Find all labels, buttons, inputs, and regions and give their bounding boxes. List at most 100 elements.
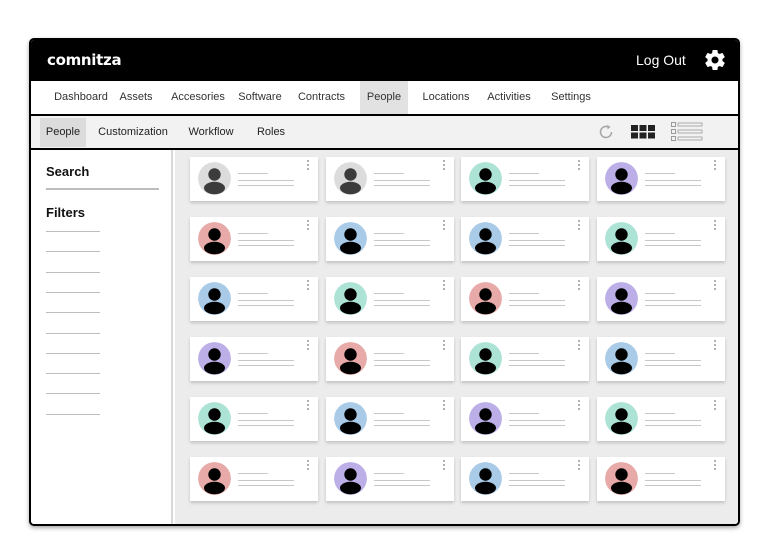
person-card[interactable]	[597, 397, 725, 441]
more-options-icon[interactable]	[578, 400, 581, 411]
filter-item[interactable]	[46, 231, 100, 232]
person-card[interactable]	[326, 157, 454, 201]
nav-assets[interactable]: Assets	[115, 81, 157, 114]
name-placeholder	[645, 473, 675, 474]
avatar	[334, 342, 367, 375]
person-card[interactable]	[597, 277, 725, 321]
person-card[interactable]	[461, 277, 589, 321]
sub-nav: People Customization Workflow Roles	[31, 116, 738, 150]
name-placeholder	[509, 353, 539, 354]
nav-dashboard[interactable]: Dashboard	[41, 81, 121, 114]
avatar	[198, 282, 231, 315]
person-card[interactable]	[597, 337, 725, 381]
more-options-icon[interactable]	[443, 400, 446, 411]
more-options-icon[interactable]	[578, 220, 581, 231]
detail-placeholder	[374, 485, 430, 486]
more-options-icon[interactable]	[578, 280, 581, 291]
person-card[interactable]	[190, 157, 318, 201]
person-icon	[334, 222, 367, 255]
person-card[interactable]	[326, 217, 454, 261]
name-placeholder	[238, 233, 268, 234]
more-options-icon[interactable]	[307, 340, 310, 351]
person-card[interactable]	[190, 457, 318, 501]
filter-item[interactable]	[46, 393, 100, 395]
detail-placeholder	[374, 240, 430, 241]
more-options-icon[interactable]	[578, 160, 581, 171]
filter-item[interactable]	[46, 332, 100, 334]
person-card[interactable]	[461, 457, 589, 501]
person-card[interactable]	[190, 277, 318, 321]
person-card[interactable]	[326, 397, 454, 441]
person-card[interactable]	[597, 157, 725, 201]
more-options-icon[interactable]	[307, 460, 310, 471]
logout-button[interactable]: Log Out	[636, 52, 686, 68]
more-options-icon[interactable]	[443, 460, 446, 471]
tab-workflow[interactable]: Workflow	[182, 118, 240, 147]
name-placeholder	[238, 173, 268, 174]
tab-roles[interactable]: Roles	[249, 118, 293, 147]
person-card[interactable]	[597, 217, 725, 261]
detail-placeholder	[509, 480, 565, 481]
tab-people[interactable]: People	[40, 118, 86, 147]
filter-item[interactable]	[46, 291, 100, 293]
grid-view-icon[interactable]	[631, 125, 655, 139]
person-icon	[605, 222, 638, 255]
more-options-icon[interactable]	[307, 280, 310, 291]
person-card[interactable]	[326, 337, 454, 381]
name-placeholder	[509, 413, 539, 414]
avatar	[198, 462, 231, 495]
more-options-icon[interactable]	[714, 160, 717, 171]
person-card[interactable]	[190, 397, 318, 441]
person-card[interactable]	[461, 337, 589, 381]
detail-placeholder	[238, 185, 294, 186]
nav-software[interactable]: Software	[235, 81, 285, 114]
person-card[interactable]	[190, 217, 318, 261]
person-card[interactable]	[461, 397, 589, 441]
more-options-icon[interactable]	[714, 220, 717, 231]
filter-item[interactable]	[46, 271, 100, 273]
detail-placeholder	[238, 305, 294, 306]
nav-people[interactable]: People	[360, 81, 408, 114]
more-options-icon[interactable]	[714, 280, 717, 291]
search-input-line[interactable]	[46, 188, 159, 190]
person-card[interactable]	[326, 457, 454, 501]
more-options-icon[interactable]	[714, 460, 717, 471]
detail-placeholder	[509, 420, 565, 421]
more-options-icon[interactable]	[443, 160, 446, 171]
more-options-icon[interactable]	[578, 460, 581, 471]
person-card[interactable]	[326, 277, 454, 321]
person-card[interactable]	[461, 217, 589, 261]
person-card[interactable]	[190, 337, 318, 381]
more-options-icon[interactable]	[443, 340, 446, 351]
tab-customization[interactable]: Customization	[93, 118, 173, 147]
nav-accesories[interactable]: Accesories	[168, 81, 228, 114]
filter-item[interactable]	[46, 413, 100, 415]
avatar	[469, 462, 502, 495]
more-options-icon[interactable]	[714, 340, 717, 351]
refresh-icon[interactable]	[597, 123, 615, 141]
more-options-icon[interactable]	[307, 220, 310, 231]
detail-placeholder	[645, 480, 701, 481]
more-options-icon[interactable]	[307, 160, 310, 171]
filter-item[interactable]	[46, 251, 100, 253]
nav-activities[interactable]: Activities	[481, 81, 537, 114]
detail-placeholder	[238, 180, 294, 181]
list-view-icon[interactable]	[671, 122, 703, 142]
nav-settings[interactable]: Settings	[545, 81, 597, 114]
nav-contracts[interactable]: Contracts	[293, 81, 350, 114]
filter-item[interactable]	[46, 373, 100, 375]
detail-placeholder	[238, 360, 294, 361]
more-options-icon[interactable]	[714, 400, 717, 411]
filter-item[interactable]	[46, 312, 100, 314]
more-options-icon[interactable]	[307, 400, 310, 411]
more-options-icon[interactable]	[443, 280, 446, 291]
gear-icon[interactable]	[703, 48, 727, 72]
more-options-icon[interactable]	[443, 220, 446, 231]
person-card[interactable]	[597, 457, 725, 501]
person-card[interactable]	[461, 157, 589, 201]
filter-item[interactable]	[46, 352, 100, 354]
more-options-icon[interactable]	[578, 340, 581, 351]
nav-locations[interactable]: Locations	[417, 81, 475, 114]
name-placeholder	[645, 173, 675, 174]
search-label[interactable]: Search	[46, 164, 89, 179]
